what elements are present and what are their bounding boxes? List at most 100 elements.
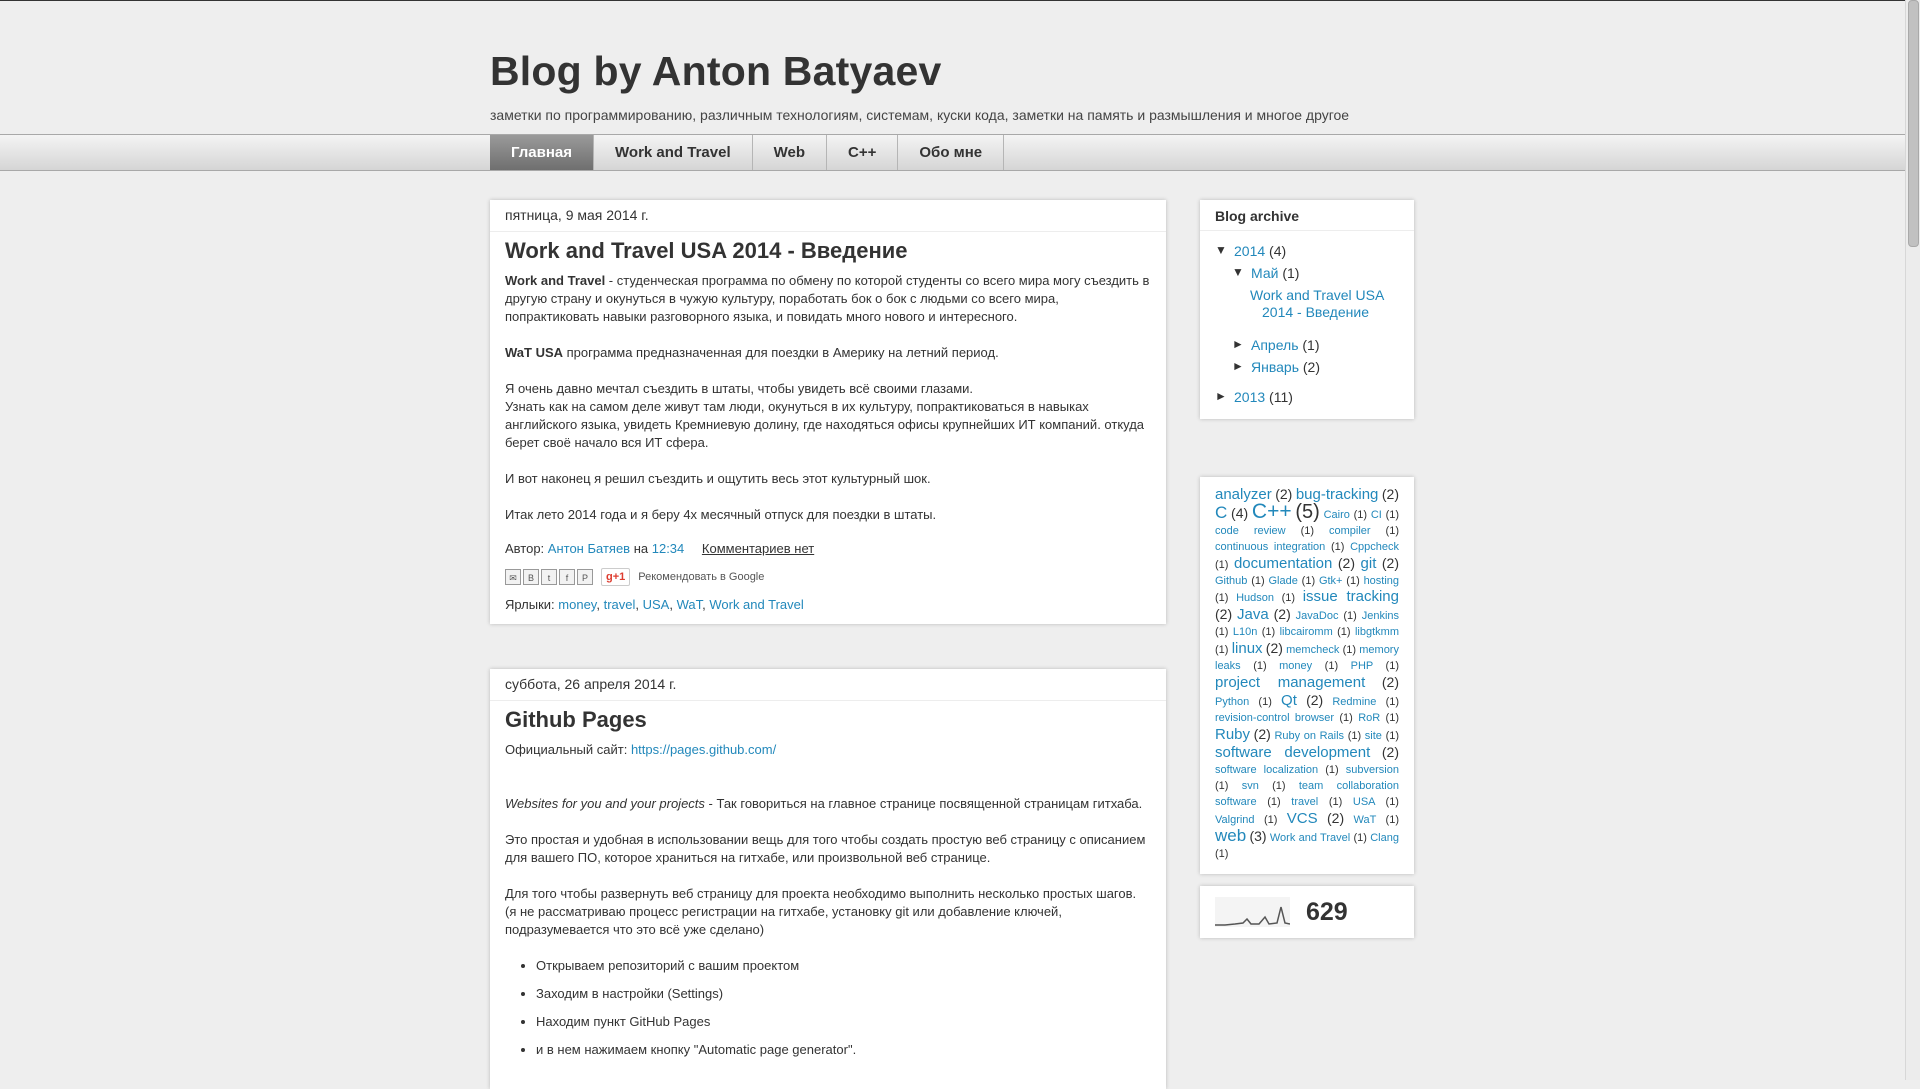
blogger-icon[interactable]: B <box>523 569 539 585</box>
archive-count: (1) <box>1282 265 1300 281</box>
tag-link[interactable]: C++ <box>1252 500 1292 523</box>
label-link[interactable]: travel <box>604 597 636 612</box>
archive-month-may: ▼ Май (1) <box>1232 265 1399 281</box>
pinterest-icon[interactable]: P <box>577 569 593 585</box>
tag-count: (1) <box>1324 660 1339 672</box>
archive-year-link[interactable]: 2013 <box>1234 389 1265 405</box>
tag-link[interactable]: RoR <box>1358 712 1380 724</box>
tag-link[interactable]: C <box>1215 503 1227 522</box>
tag-link[interactable]: compiler <box>1329 525 1371 537</box>
bold-term: Work and Travel <box>505 273 606 288</box>
post-labels: Ярлыки: money, travel, USA, WaT, Work an… <box>505 597 804 612</box>
archive-month-link[interactable]: Апрель <box>1251 337 1299 353</box>
blog-title[interactable]: Blog by Anton Batyaev <box>490 48 1490 95</box>
tag-link[interactable]: project management <box>1215 674 1365 691</box>
tag-link[interactable]: revision-control browser <box>1215 712 1334 724</box>
post-meta: Автор: Антон Батяев на 12:34 Комментарие… <box>505 540 1151 558</box>
post-title[interactable]: Github Pages <box>505 709 1151 731</box>
tag-link[interactable]: travel <box>1291 796 1318 808</box>
tag-link[interactable]: Cairo <box>1324 509 1350 521</box>
tag-link[interactable]: Java <box>1237 606 1269 623</box>
tag-link[interactable]: Python <box>1215 696 1249 708</box>
tag-link[interactable]: Cppcheck <box>1350 541 1399 553</box>
author-link[interactable]: Антон Батяев <box>548 541 630 556</box>
tag-link[interactable]: site <box>1365 730 1382 742</box>
tag-link[interactable]: Work and Travel <box>1270 832 1350 844</box>
tag-link[interactable]: Valgrind <box>1215 814 1255 826</box>
tag-link[interactable]: VCS <box>1287 810 1318 827</box>
archive-month-link[interactable]: Январь <box>1251 359 1299 375</box>
facebook-icon[interactable]: f <box>559 569 575 585</box>
tag-link[interactable]: issue tracking <box>1303 588 1399 605</box>
tag-count: (2) <box>1273 606 1291 622</box>
tag-link[interactable]: continuous integration <box>1215 541 1325 553</box>
tag-link[interactable]: Glade <box>1269 575 1298 587</box>
tag-link[interactable]: memcheck <box>1286 644 1339 656</box>
tag-link[interactable]: PHP <box>1351 660 1373 672</box>
tag-link[interactable]: Clang <box>1370 832 1399 844</box>
email-icon[interactable]: ✉ <box>505 569 521 585</box>
tag-link[interactable]: web <box>1215 826 1246 845</box>
post-paragraph: Это простая и удобная в использовании ве… <box>505 832 1146 865</box>
post-paragraph: Websites for you and your projects - Так… <box>505 795 1151 813</box>
tag-link[interactable]: hosting <box>1364 575 1399 587</box>
tag-link[interactable]: linux <box>1232 640 1263 657</box>
scroll-thumb[interactable] <box>1908 0 1919 247</box>
tag-link[interactable]: code review <box>1215 525 1286 537</box>
tag-count: (1) <box>1281 592 1296 604</box>
archive-post-link[interactable]: Work and Travel USA 2014 - Введение <box>1250 287 1384 320</box>
tag-cloud-widget: analyzer (2) bug-tracking (2) C (4) C++ … <box>1200 477 1414 874</box>
tag-link[interactable]: subversion <box>1346 764 1399 776</box>
tag-link[interactable]: documentation <box>1234 555 1332 572</box>
tag-link[interactable]: L10n <box>1233 626 1257 638</box>
label-link[interactable]: USA <box>643 597 670 612</box>
tab-cpp[interactable]: C++ <box>827 135 899 170</box>
tab-web[interactable]: Web <box>753 135 828 170</box>
tag-link[interactable]: Ruby on Rails <box>1274 730 1344 742</box>
tab-home[interactable]: Главная <box>490 135 595 170</box>
recommend-text: Рекомендовать в Google <box>638 571 765 583</box>
triangle-down-icon[interactable]: ▼ <box>1215 243 1229 257</box>
archive-month-link[interactable]: Май <box>1251 265 1278 281</box>
label-link[interactable]: Work and Travel <box>709 597 803 612</box>
tag-link[interactable]: CI <box>1371 509 1382 521</box>
tab-about[interactable]: Обо мне <box>898 135 1005 170</box>
tag-link[interactable]: software development <box>1215 744 1370 761</box>
triangle-right-icon[interactable]: ► <box>1232 337 1246 351</box>
tag-count: (1) <box>1215 592 1229 604</box>
gplus-button[interactable]: g+1 <box>601 568 631 586</box>
steps-list: Открываем репозиторий с вашим проектом З… <box>521 957 1151 1059</box>
tag-link[interactable]: Hudson <box>1236 592 1274 604</box>
tag-link[interactable]: money <box>1279 660 1312 672</box>
label-link[interactable]: WaT <box>677 597 703 612</box>
tag-link[interactable]: JavaDoc <box>1296 610 1339 622</box>
tag-link[interactable]: USA <box>1353 796 1375 808</box>
tag-count: (1) <box>1339 712 1353 724</box>
tag-link[interactable]: git <box>1361 555 1377 572</box>
tag-link[interactable]: Gtk+ <box>1319 575 1343 587</box>
twitter-icon[interactable]: t <box>541 569 557 585</box>
tag-link[interactable]: Qt <box>1281 692 1297 709</box>
post-title[interactable]: Work and Travel USA 2014 - Введение <box>505 240 1151 262</box>
tag-link[interactable]: WaT <box>1354 814 1377 826</box>
tag-link[interactable]: svn <box>1242 780 1259 792</box>
tag-link[interactable]: software localization <box>1215 764 1318 776</box>
tag-count: (2) <box>1306 692 1324 708</box>
label-link[interactable]: money <box>558 597 596 612</box>
tag-link[interactable]: libgtkmm <box>1355 626 1399 638</box>
archive-year-link[interactable]: 2014 <box>1234 243 1265 259</box>
post-time-link[interactable]: 12:34 <box>652 541 685 556</box>
tag-link[interactable]: Ruby <box>1215 726 1250 743</box>
tab-work-and-travel[interactable]: Work and Travel <box>594 135 753 170</box>
tag-link[interactable]: Redmine <box>1332 696 1376 708</box>
triangle-right-icon[interactable]: ► <box>1215 389 1229 403</box>
triangle-right-icon[interactable]: ► <box>1232 359 1246 373</box>
triangle-down-icon[interactable]: ▼ <box>1232 265 1246 279</box>
tag-link[interactable]: Jenkins <box>1362 610 1399 622</box>
scrollbar[interactable] <box>1905 0 1920 1080</box>
tag-link[interactable]: libcairomm <box>1280 626 1333 638</box>
site-link[interactable]: https://pages.github.com/ <box>631 742 776 757</box>
tag-link[interactable]: Github <box>1215 575 1247 587</box>
list-item: Заходим в настройки (Settings) <box>536 985 1151 1003</box>
comments-link[interactable]: Комментариев нет <box>702 541 814 556</box>
